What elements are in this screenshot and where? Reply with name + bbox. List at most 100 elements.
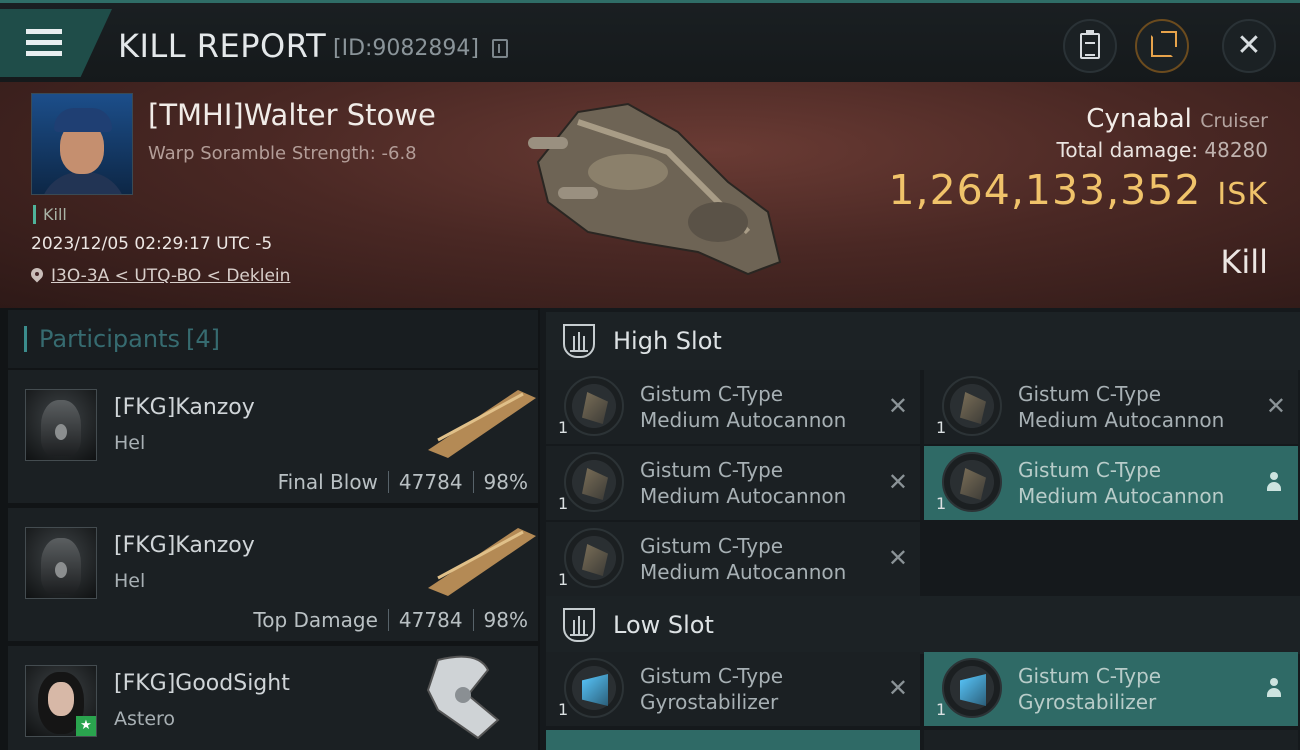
participant-row[interactable]: ★ [FKG]GoodSight Astero — [8, 646, 538, 750]
high-slot-icon — [563, 324, 595, 358]
ship-class: Cruiser — [1200, 110, 1268, 132]
module-item[interactable]: 1 Gistum C-Type Medium Autocannon ✕ — [924, 370, 1298, 444]
module-name: Gistum C-Type — [1018, 664, 1162, 688]
participant-percent: 98% — [483, 470, 528, 494]
autocannon-icon — [942, 376, 1002, 436]
destroyed-icon: ✕ — [887, 674, 908, 702]
module-name: Gistum C-Type — [640, 458, 784, 482]
participant-ship-image — [428, 528, 536, 596]
result-label: Kill — [1220, 243, 1268, 281]
destroyed-icon: ✕ — [887, 392, 908, 420]
participant-damage: 47784 — [398, 608, 463, 632]
dropped-person-icon — [1266, 678, 1282, 698]
low-slot-label: Low Slot — [613, 611, 714, 639]
module-qty: 1 — [936, 494, 947, 513]
victim-avatar[interactable] — [31, 93, 133, 195]
share-button[interactable] — [1135, 19, 1189, 73]
participant-percent: 98% — [483, 608, 528, 632]
module-type: Medium Autocannon — [640, 484, 847, 508]
participant-ship-image — [428, 390, 536, 458]
destroyed-icon: ✕ — [1265, 392, 1286, 420]
module-item[interactable]: 1 Gistum C-Type Medium Autocannon ✕ — [546, 522, 920, 596]
total-damage-value: 48280 — [1204, 138, 1268, 162]
participant-stats: Final Blow 47784 98% — [278, 470, 528, 494]
module-qty: 1 — [558, 494, 569, 513]
participants-header: Participants [4] — [8, 310, 538, 368]
gyrostabilizer-icon — [942, 658, 1002, 718]
participant-stats: Top Damage 47784 98% — [253, 608, 528, 632]
participant-name[interactable]: [FKG]GoodSight — [114, 671, 290, 696]
low-slot-icon — [563, 608, 595, 642]
module-qty: 1 — [558, 418, 569, 437]
participant-name[interactable]: [FKG]Kanzoy — [114, 395, 255, 420]
module-type: Medium Autocannon — [1018, 484, 1225, 508]
module-name: Gistum C-Type — [640, 664, 784, 688]
participant-ship: Astero — [114, 708, 176, 730]
participant-role: Final Blow — [277, 470, 378, 494]
autocannon-icon — [564, 376, 624, 436]
module-item-partial[interactable] — [546, 730, 920, 750]
module-item[interactable]: 1 Gistum C-Type Medium Autocannon — [924, 446, 1298, 520]
header-bar: KILL REPORT [ID:9082894] ✕ — [0, 0, 1300, 82]
victim-name[interactable]: [TMHI]Walter Stowe — [148, 98, 436, 132]
report-id: [ID:9082894] — [333, 36, 479, 61]
isk-amount: 1,264,133,352 — [888, 166, 1202, 214]
location-text: I3O-3A < UTQ-BO < Deklein — [51, 266, 291, 286]
module-item[interactable]: 1 Gistum C-Type Medium Autocannon ✕ — [546, 370, 920, 444]
participants-count: [4] — [185, 325, 220, 353]
kill-report-window: KILL REPORT [ID:9082894] ✕ [TMHI]Walter … — [0, 0, 1300, 750]
participant-avatar[interactable]: ★ — [25, 665, 97, 737]
module-name: Gistum C-Type — [1018, 382, 1162, 406]
kill-tag: Kill — [33, 205, 67, 224]
total-damage: Total damage: 48280 — [1057, 138, 1268, 162]
menu-button[interactable] — [0, 9, 112, 77]
victim-ship-image[interactable] — [518, 92, 788, 282]
destroyed-icon: ✕ — [887, 544, 908, 572]
module-qty: 1 — [936, 418, 947, 437]
destroyed-icon: ✕ — [887, 468, 908, 496]
low-slot-header: Low Slot — [546, 596, 1300, 654]
module-item-partial[interactable] — [924, 730, 1298, 750]
total-damage-label: Total damage: — [1056, 138, 1199, 162]
module-name: Gistum C-Type — [1018, 458, 1162, 482]
module-type: Gyrostabilizer — [1018, 690, 1157, 714]
module-name: Gistum C-Type — [640, 534, 784, 558]
participant-row[interactable]: [FKG]Kanzoy Hel Top Damage 47784 98% — [8, 508, 538, 641]
high-slot-label: High Slot — [613, 327, 722, 355]
location-link[interactable]: I3O-3A < UTQ-BO < Deklein — [31, 266, 290, 286]
ship-name: Cynabal — [1086, 104, 1192, 134]
module-type: Medium Autocannon — [640, 408, 847, 432]
autocannon-icon — [564, 528, 624, 588]
participant-name[interactable]: [FKG]Kanzoy — [114, 533, 255, 558]
clipboard-icon — [1080, 30, 1100, 59]
location-pin-icon — [31, 268, 43, 284]
participant-ship: Hel — [114, 432, 146, 454]
close-button[interactable]: ✕ — [1222, 19, 1276, 73]
copy-icon[interactable] — [492, 39, 508, 58]
participant-ship-image — [426, 655, 500, 740]
menu-icon — [26, 29, 62, 57]
isk-unit: ISK — [1217, 177, 1268, 212]
module-qty: 1 — [558, 700, 569, 719]
participant-damage: 47784 — [398, 470, 463, 494]
clipboard-button[interactable] — [1063, 19, 1117, 73]
share-icon — [1151, 31, 1177, 57]
close-icon: ✕ — [1236, 28, 1262, 63]
participants-title: Participants — [39, 325, 180, 353]
participant-avatar[interactable] — [25, 527, 97, 599]
module-type: Medium Autocannon — [1018, 408, 1225, 432]
participant-avatar[interactable] — [25, 389, 97, 461]
module-item[interactable]: 1 Gistum C-Type Medium Autocannon ✕ — [546, 446, 920, 520]
high-slot-header: High Slot — [546, 312, 1300, 370]
module-item[interactable]: 1 Gistum C-Type Gyrostabilizer — [924, 652, 1298, 726]
isk-value: 1,264,133,352 ISK — [888, 166, 1268, 214]
module-item[interactable]: 1 Gistum C-Type Gyrostabilizer ✕ — [546, 652, 920, 726]
participant-ship: Hel — [114, 570, 146, 592]
autocannon-icon — [564, 452, 624, 512]
gyrostabilizer-icon — [564, 658, 624, 718]
dropped-person-icon — [1266, 472, 1282, 492]
participant-row[interactable]: [FKG]Kanzoy Hel Final Blow 47784 98% — [8, 370, 538, 503]
victim-ship-name[interactable]: Cynabal Cruiser — [1086, 104, 1268, 134]
victim-subtitle: Warp Soramble Strength: -6.8 — [148, 143, 417, 164]
module-type: Gyrostabilizer — [640, 690, 779, 714]
